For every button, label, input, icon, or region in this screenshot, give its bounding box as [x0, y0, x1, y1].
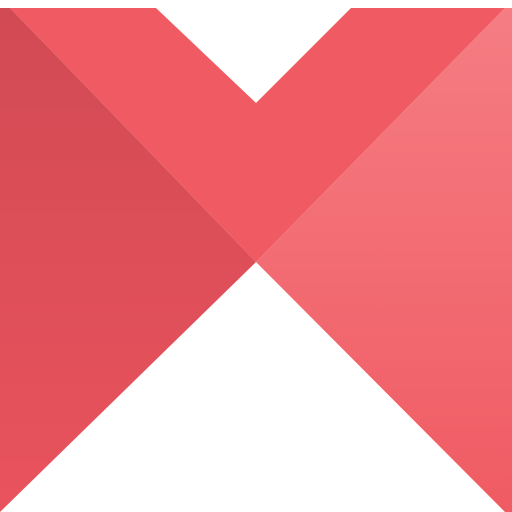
logo-canvas: [0, 0, 512, 512]
m-logo-icon: [0, 8, 512, 512]
